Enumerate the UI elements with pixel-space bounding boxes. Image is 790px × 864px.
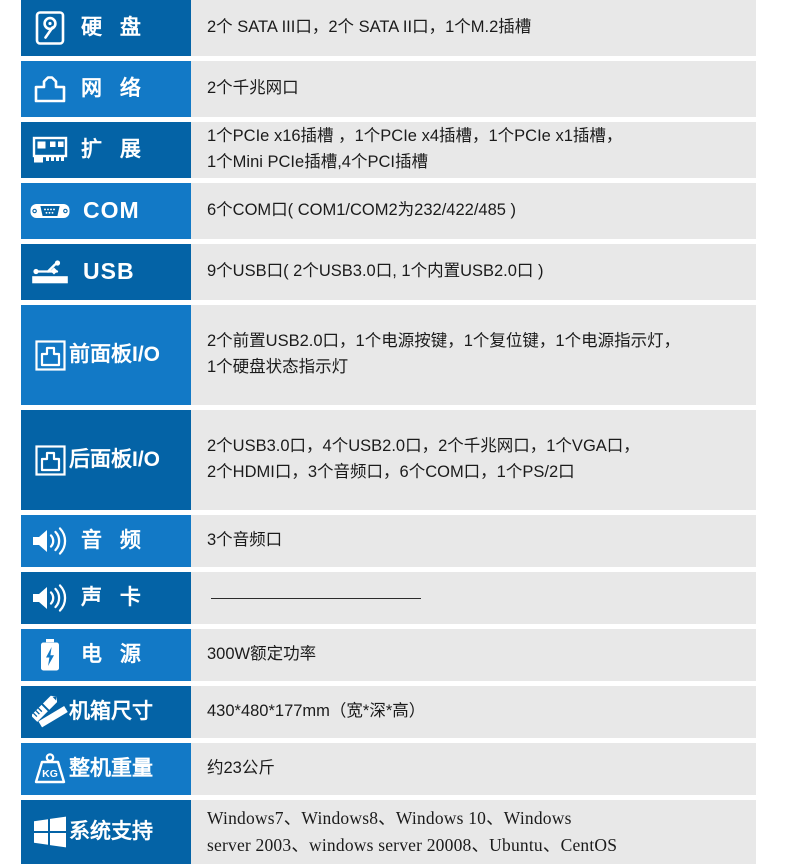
spec-label-com: COM — [21, 183, 191, 239]
spec-value-line: 6个COM口( COM1/COM2为232/422/485 ) — [207, 201, 517, 220]
speaker-icon — [29, 522, 71, 560]
spec-row-power-supply: 电 源 300W额定功率 — [0, 629, 790, 681]
spec-row-hard-disk: 硬 盘 2个 SATA III口，2个 SATA II口，1个M.2插槽 — [0, 0, 790, 56]
spec-row-expansion: 扩 展 1个PCIe x16插槽 ，1个PCIe x4插槽，1个PCIe x1插槽… — [0, 122, 790, 178]
serial-port-icon — [29, 192, 71, 230]
spec-label-text: 整机重量 — [69, 757, 153, 781]
spec-value-sound-card — [191, 572, 756, 624]
spec-value-line: 2个HDMI口，3个音频口，6个COM口，1个PS/2口 — [207, 463, 575, 481]
spec-value-total-weight: 约23公斤 — [191, 743, 756, 795]
expansion-card-icon — [29, 131, 71, 169]
spec-row-chassis-size: 机箱尺寸 430*480*177mm（宽*深*高） — [0, 686, 790, 738]
spec-value-usb: 9个USB口( 2个USB3.0口, 1个内置USB2.0口 ) — [191, 244, 756, 300]
spec-row-rear-panel-io: 后面板I/O 2个USB3.0口，4个USB2.0口，2个千兆网口，1个VGA口，… — [0, 410, 790, 510]
spec-value-network: 2个千兆网口 — [191, 61, 756, 117]
empty-value-rule — [211, 597, 421, 599]
spec-label-text: 音 频 — [81, 529, 147, 553]
panel-port-icon — [29, 441, 71, 479]
spec-value-line: 2个 SATA III口，2个 SATA II口，1个M.2插槽 — [207, 18, 532, 37]
spec-value-line: 2个千兆网口 — [207, 79, 299, 98]
spec-value-power-supply: 300W额定功率 — [191, 629, 756, 681]
spec-label-text: 电 源 — [81, 643, 147, 667]
ruler-pencil-icon — [29, 693, 71, 731]
spec-label-hard-disk: 硬 盘 — [21, 0, 191, 56]
spec-label-rear-panel-io: 后面板I/O — [21, 410, 191, 510]
windows-icon — [29, 813, 71, 851]
spec-value-rear-panel-io: 2个USB3.0口，4个USB2.0口，2个千兆网口，1个VGA口， 2个HDMI… — [191, 410, 756, 510]
spec-value-line: 300W额定功率 — [207, 645, 317, 664]
spec-value-line: 430*480*177mm（宽*深*高） — [207, 702, 426, 721]
spec-row-com: COM 6个COM口( COM1/COM2为232/422/485 ) — [0, 183, 790, 239]
spec-label-text: 前面板I/O — [69, 343, 161, 367]
spec-value-chassis-size: 430*480*177mm（宽*深*高） — [191, 686, 756, 738]
spec-value-line: 9个USB口( 2个USB3.0口, 1个内置USB2.0口 ) — [207, 262, 544, 281]
spec-label-text: 后面板I/O — [69, 448, 161, 472]
spec-row-os-support: 系统支持 Windows7、Windows8、Windows 10、Windows… — [0, 800, 790, 864]
spec-value-line: 约23公斤 — [207, 759, 275, 778]
panel-port-icon — [29, 336, 71, 374]
spec-label-front-panel-io: 前面板I/O — [21, 305, 191, 405]
spec-label-text: USB — [83, 258, 135, 285]
spec-value-line: 1个PCIe x16插槽 ，1个PCIe x4插槽，1个PCIe x1插槽， — [207, 127, 623, 146]
spec-value-line: 1个硬盘状态指示灯 — [207, 358, 349, 376]
hard-disk-icon — [29, 9, 71, 47]
spec-label-text: 系统支持 — [69, 820, 153, 844]
spec-label-network: 网 络 — [21, 61, 191, 117]
spec-label-text: 硬 盘 — [81, 16, 147, 40]
spec-value-audio: 3个音频口 — [191, 515, 756, 567]
spec-value-line: Windows7、Windows8、Windows 10、Windows — [207, 807, 572, 828]
weight-kg-icon: KG — [29, 750, 71, 788]
spec-value-os-support: Windows7、Windows8、Windows 10、Windows serv… — [191, 800, 756, 864]
spec-row-sound-card: 声 卡 — [0, 572, 790, 624]
spec-label-sound-card: 声 卡 — [21, 572, 191, 624]
spec-value-line: 1个Mini PCIe插槽,4个PCI插槽 — [207, 153, 428, 171]
spec-label-os-support: 系统支持 — [21, 800, 191, 864]
spec-label-expansion: 扩 展 — [21, 122, 191, 178]
spec-row-network: 网 络 2个千兆网口 — [0, 61, 790, 117]
spec-value-line: server 2003、windows server 20008、Ubuntu、… — [207, 835, 618, 855]
spec-label-chassis-size: 机箱尺寸 — [21, 686, 191, 738]
spec-value-line: 3个音频口 — [207, 531, 283, 550]
spec-label-text: 网 络 — [81, 77, 147, 101]
spec-label-text: 声 卡 — [81, 586, 147, 610]
spec-label-text: 扩 展 — [81, 138, 147, 162]
spec-value-com: 6个COM口( COM1/COM2为232/422/485 ) — [191, 183, 756, 239]
spec-label-power-supply: 电 源 — [21, 629, 191, 681]
spec-label-text: COM — [83, 197, 140, 224]
spec-row-usb: USB 9个USB口( 2个USB3.0口, 1个内置USB2.0口 ) — [0, 244, 790, 300]
spec-value-expansion: 1个PCIe x16插槽 ，1个PCIe x4插槽，1个PCIe x1插槽， 1个… — [191, 122, 756, 178]
specification-table: 硬 盘 2个 SATA III口，2个 SATA II口，1个M.2插槽 网 络 2… — [0, 0, 790, 864]
spec-value-hard-disk: 2个 SATA III口，2个 SATA II口，1个M.2插槽 — [191, 0, 756, 56]
spec-label-text: 机箱尺寸 — [69, 700, 153, 724]
spec-row-front-panel-io: 前面板I/O 2个前置USB2.0口，1个电源按键，1个复位键，1个电源指示灯， 1… — [0, 305, 790, 405]
svg-text:KG: KG — [42, 768, 58, 780]
speaker-icon — [29, 579, 71, 617]
spec-label-total-weight: KG 整机重量 — [21, 743, 191, 795]
spec-value-line: 2个USB3.0口，4个USB2.0口，2个千兆网口，1个VGA口， — [207, 437, 640, 456]
spec-label-usb: USB — [21, 244, 191, 300]
spec-row-audio: 音 频 3个音频口 — [0, 515, 790, 567]
spec-value-front-panel-io: 2个前置USB2.0口，1个电源按键，1个复位键，1个电源指示灯， 1个硬盘状态指… — [191, 305, 756, 405]
usb-icon — [29, 253, 71, 291]
battery-bolt-icon — [29, 636, 71, 674]
network-port-icon — [29, 70, 71, 108]
spec-label-audio: 音 频 — [21, 515, 191, 567]
spec-row-total-weight: KG 整机重量 约23公斤 — [0, 743, 790, 795]
spec-value-line: 2个前置USB2.0口，1个电源按键，1个复位键，1个电源指示灯， — [207, 332, 681, 351]
